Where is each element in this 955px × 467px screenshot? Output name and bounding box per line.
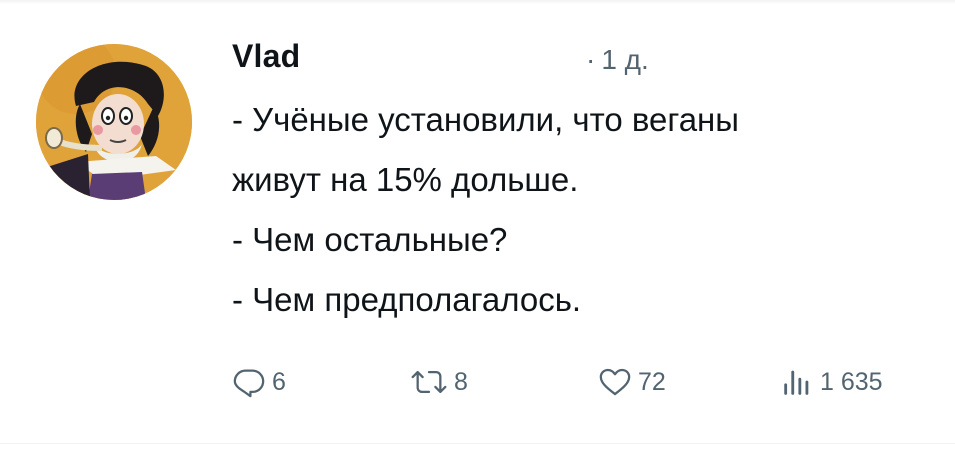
post-header: Vlad · 1 д. — [232, 36, 932, 88]
author-name[interactable]: Vlad — [232, 38, 300, 75]
reply-icon — [233, 369, 265, 398]
avatar-image — [36, 44, 192, 200]
post-card[interactable]: Vlad · 1 д. - Учёные установили, что вега… — [0, 0, 955, 445]
time-label: 1 д. — [601, 44, 649, 75]
like-count: 72 — [638, 367, 666, 396]
views-count: 1 635 — [820, 367, 883, 396]
views-button[interactable]: 1 635 — [780, 360, 883, 404]
heart-icon — [599, 368, 631, 396]
avatar[interactable] — [36, 44, 192, 200]
views-icon — [784, 370, 809, 395]
post-text-line: - Чем остальные? — [232, 221, 508, 258]
post-text-line: - Чем предполагалось. — [232, 281, 582, 318]
repost-button[interactable]: 8 — [410, 360, 468, 404]
post-content: Vlad · 1 д. - Учёные установили, что вега… — [232, 36, 932, 330]
bottom-divider — [0, 443, 955, 444]
time-separator: · — [586, 44, 596, 75]
post-timestamp[interactable]: · 1 д. — [586, 44, 649, 76]
like-button[interactable]: 72 — [598, 360, 666, 404]
action-bar: 6 8 72 1 635 — [232, 360, 932, 404]
reply-button[interactable]: 6 — [232, 360, 286, 404]
repost-icon — [411, 370, 447, 394]
post-text-line: живут на 15% дольше. — [232, 161, 579, 198]
reply-count: 6 — [272, 367, 286, 396]
repost-count: 8 — [454, 367, 468, 396]
post-text: - Учёные установили, что веганы живут на… — [232, 90, 932, 330]
post-text-line: - Учёные установили, что веганы — [232, 101, 740, 138]
